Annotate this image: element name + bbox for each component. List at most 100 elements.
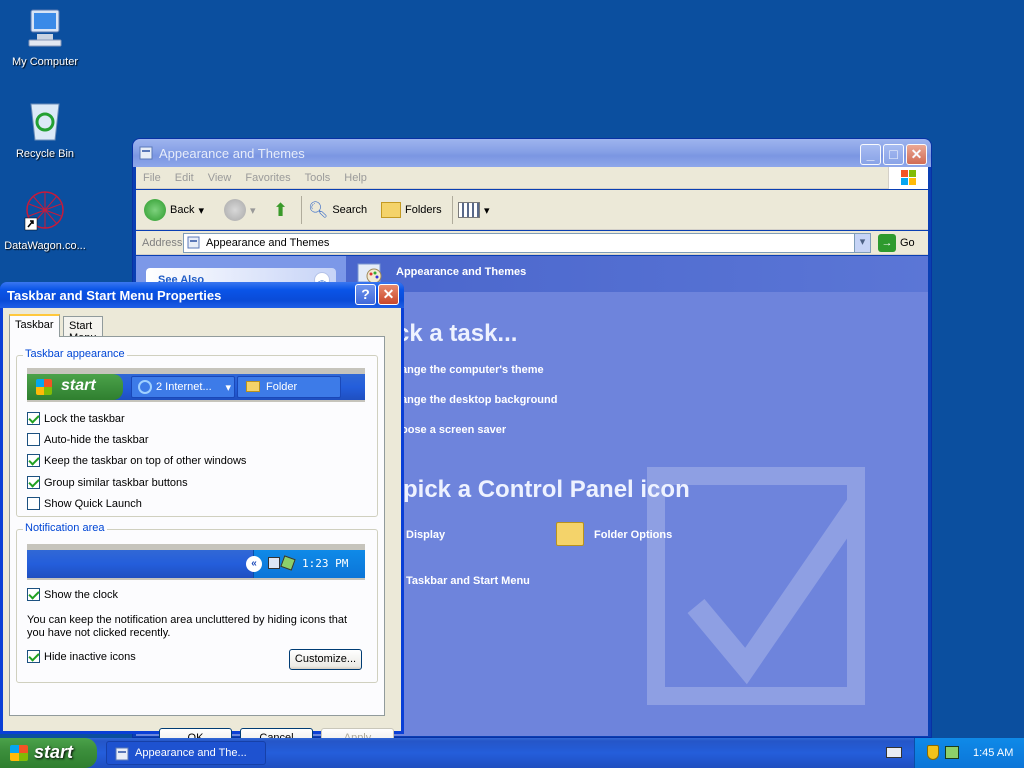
search-icon: 🔍︎ [308,202,329,219]
pick-icon-heading: pick a Control Panel icon [403,476,690,503]
system-tray: 1:45 AM [914,738,1024,768]
help-button[interactable]: ? [355,284,376,305]
desktop-icon-my-computer[interactable]: My Computer [0,4,90,68]
taskbar-tab-panel: Taskbar appearance start 2 Internet... ▾ [9,336,385,716]
pick-task-heading: ck a task... [396,320,518,347]
tab-taskbar[interactable]: Taskbar [9,314,60,337]
internet-explorer-icon [138,380,152,394]
chevron-down-icon: ▾ [484,204,490,217]
up-button[interactable]: ⬆ [273,198,288,222]
menu-tools[interactable]: Tools [298,167,338,189]
task-change-theme[interactable]: ange the computer's theme [401,364,544,376]
icon-taskbar-start-menu[interactable]: Taskbar and Start Menu [406,575,530,587]
back-label: Back [170,204,195,216]
taskbar-preview-bar: start 2 Internet... ▾ Folder [27,374,365,400]
security-shield-icon[interactable] [927,745,939,760]
task-change-background[interactable]: ange the desktop background [401,394,557,406]
forward-arrow-icon [224,199,246,221]
checkbox-box [27,476,40,489]
preview-start-button: start [27,374,123,400]
quick-launch-checkbox[interactable]: Show Quick Launch [27,497,142,510]
notification-description: You can keep the notification area unclu… [27,614,348,639]
chevron-left-icon: « [246,556,262,572]
close-button[interactable]: ✕ [906,144,927,165]
back-arrow-icon [144,199,166,221]
taskbar-preview: start 2 Internet... ▾ Folder [27,368,365,402]
task-screen-saver[interactable]: oose a screen saver [401,424,506,436]
windows-logo-icon [888,167,928,189]
address-bar: Address Appearance and Themes ▾ → Go [136,231,928,255]
address-input[interactable]: Appearance and Themes ▾ [183,233,871,253]
back-button[interactable]: Back ▾ [144,198,204,222]
taskbar-item-appearance[interactable]: Appearance and The... [106,741,266,765]
desktop-icon-datawagon[interactable]: DataWagon.co... [0,188,90,252]
desktop-icon-label: Recycle Bin [15,148,75,160]
checkbox-box [27,497,40,510]
minimize-button[interactable]: _ [860,144,881,165]
folders-label: Folders [405,204,442,216]
address-value: Appearance and Themes [206,237,330,249]
checkbox-box [27,412,40,425]
checkbox-box [27,588,40,601]
maximize-button[interactable]: □ [883,144,904,165]
start-label: start [34,742,74,762]
preview-taskbar-item-2: Folder [237,376,341,398]
desktop-icon-recycle-bin[interactable]: Recycle Bin [0,96,90,160]
control-panel-icon [139,146,153,160]
keyboard-icon[interactable] [886,747,902,758]
toolbar-separator [452,196,453,224]
network-icon[interactable] [945,746,959,759]
clock: 1:45 AM [973,747,1014,759]
lock-taskbar-checkbox[interactable]: Lock the taskbar [27,412,125,425]
explorer-toolbar: Back ▾ ▾ ⬆ 🔍︎ Search Folders ▾ [136,190,928,230]
preview-tray: « 1:23 PM [246,550,365,578]
taskbar-appearance-group: Taskbar appearance start 2 Internet... ▾ [16,348,378,517]
shortcut-icon [24,191,64,231]
show-clock-checkbox[interactable]: Show the clock [27,588,118,601]
chevron-down-icon: ▾ [225,382,231,394]
menu-file[interactable]: File [136,167,168,189]
notification-area-group: Notification area « 1:23 PM Show the clo… [16,522,378,683]
go-label: Go [900,237,915,249]
tab-start-menu[interactable]: Start Menu [63,316,103,344]
menu-edit[interactable]: Edit [168,167,201,189]
checkbox-box [27,454,40,467]
checkbox-box [27,433,40,446]
up-folder-icon: ⬆ [273,199,289,220]
preview-start-label: start [61,377,96,394]
go-button[interactable]: → Go [878,234,915,252]
auto-hide-checkbox[interactable]: Auto-hide the taskbar [27,433,149,446]
group-buttons-checkbox[interactable]: Group similar taskbar buttons [27,476,188,489]
hide-inactive-checkbox[interactable]: Hide inactive icons [27,650,136,663]
my-computer-icon [28,9,62,47]
start-button[interactable]: start [0,738,97,768]
menu-view[interactable]: View [201,167,239,189]
customize-button[interactable]: Customize... [289,649,362,670]
icon-folder-options: Folder Options [594,529,673,541]
category-title: Appearance and Themes [396,266,527,278]
right-content-pane: Appearance and Themes ck a task... ange … [346,256,928,736]
control-panel-icon [187,236,200,249]
folders-button[interactable]: Folders [381,198,442,222]
views-button[interactable]: ▾ [458,198,490,222]
category-header: Appearance and Themes [346,256,928,292]
search-button[interactable]: 🔍︎ Search [308,198,367,222]
menu-favorites[interactable]: Favorites [238,167,297,189]
forward-button[interactable]: ▾ [224,198,256,222]
taskbar-properties-dialog[interactable]: Taskbar and Start Menu Properties ? ✕ Ta… [0,282,404,749]
address-label: Address [142,237,183,249]
group-title: Notification area [23,522,107,534]
address-dropdown-button[interactable]: ▾ [854,234,870,252]
explorer-titlebar[interactable]: Appearance and Themes _ □ ✕ [133,139,931,167]
close-button[interactable]: ✕ [378,284,399,305]
icon-display[interactable]: Display [406,529,445,541]
notification-preview: « 1:23 PM [27,544,365,580]
views-icon [458,202,480,218]
go-arrow-icon: → [878,234,896,252]
preview-clock: 1:23 PM [302,557,349,570]
control-panel-icon [115,747,129,761]
network-icon [268,557,280,569]
menu-help[interactable]: Help [337,167,374,189]
keep-on-top-checkbox[interactable]: Keep the taskbar on top of other windows [27,454,246,467]
dialog-titlebar[interactable]: Taskbar and Start Menu Properties ? ✕ [0,282,404,308]
